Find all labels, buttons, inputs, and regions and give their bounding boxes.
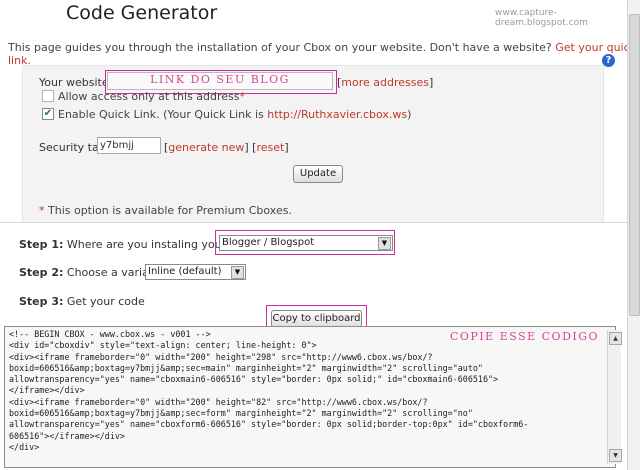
allow-access-text: Allow access only at this address <box>58 90 240 103</box>
variation-select[interactable]: Inline (default) ▼ <box>145 264 246 280</box>
chevron-down-icon: ▼ <box>378 237 391 250</box>
intro-text: This page guides you through the install… <box>8 41 640 67</box>
platform-value: Blogger / Blogspot <box>222 237 315 248</box>
quick-link-url[interactable]: http://Ruthxavier.cbox.ws <box>267 108 407 121</box>
premium-note: * This option is available for Premium C… <box>39 204 292 217</box>
step3-number: Step 3: <box>19 295 64 308</box>
scroll-down-icon[interactable]: ▼ <box>609 449 622 462</box>
more-addresses-link[interactable]: more addresses <box>341 76 429 89</box>
more-addresses: [more addresses] <box>337 76 433 89</box>
divider <box>0 222 627 223</box>
step3-label: Step 3: Get your code <box>19 295 145 308</box>
allow-access-checkbox[interactable] <box>42 90 54 102</box>
reset-link[interactable]: reset <box>256 141 284 154</box>
chevron-down-icon: ▼ <box>231 266 244 279</box>
premium-text: This option is available for Premium Cbo… <box>44 204 292 217</box>
intro-sentence: This page guides you through the install… <box>8 41 552 54</box>
step1-number: Step 1: <box>19 238 64 251</box>
platform-select[interactable]: Blogger / Blogspot ▼ <box>219 235 393 251</box>
security-tag-input[interactable]: y7bmjj <box>97 137 161 154</box>
sec-close: ] <box>284 141 289 154</box>
quick-link-checkbox[interactable]: ✔ <box>42 108 54 120</box>
page-scroll-thumb[interactable] <box>629 14 640 316</box>
code-textarea[interactable]: <!-- BEGIN CBOX - www.cbox.ws - v001 -->… <box>4 326 616 468</box>
scroll-up-icon[interactable]: ▲ <box>609 332 622 345</box>
sec-mid: ] [ <box>244 141 257 154</box>
code-note: COPIE ESSE CODIGO <box>450 330 600 343</box>
generate-new-link[interactable]: generate new <box>168 141 244 154</box>
code-scrollbar[interactable]: ▲ ▼ <box>607 330 622 464</box>
quick-link-prefix: Enable Quick Link. (Your Quick Link is <box>58 108 264 121</box>
step3-text: Get your code <box>63 295 145 308</box>
security-tag-links: [generate new] [reset] <box>164 141 289 154</box>
step2-number: Step 2: <box>19 266 64 279</box>
variation-value: Inline (default) <box>148 266 222 277</box>
code-text: <!-- BEGIN CBOX - www.cbox.ws - v001 -->… <box>9 329 529 452</box>
quick-link-label: Enable Quick Link. (Your Quick Link is h… <box>58 108 411 121</box>
watermark: www.capture-dream.blogspot.com <box>495 8 588 28</box>
allow-access-mark: * <box>239 90 246 103</box>
website-value: LINK DO SEU BLOG <box>150 73 290 86</box>
update-button[interactable]: Update <box>293 165 343 183</box>
page-title: Code Generator <box>66 2 218 24</box>
website-label: Your website: <box>39 76 113 89</box>
allow-access-label: Allow access only at this address* <box>58 90 245 103</box>
quick-link-suffix: ) <box>407 108 412 121</box>
more-close: ] <box>429 76 434 89</box>
